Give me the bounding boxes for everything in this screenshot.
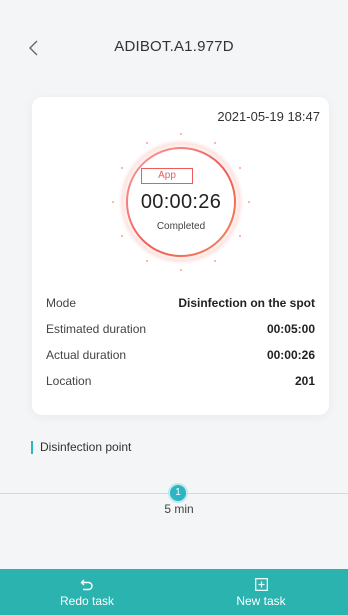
info-value: 201 — [294, 374, 315, 388]
elapsed-time: 00:00:26 — [140, 191, 222, 213]
section-title: Disinfection point — [31, 440, 131, 454]
task-datetime: 2021-05-19 18:47 — [217, 109, 320, 124]
info-key: Mode — [46, 296, 77, 310]
redo-task-button[interactable]: Redo task — [0, 569, 174, 615]
task-status: Completed — [156, 221, 206, 232]
task-source-badge: App — [141, 168, 193, 184]
info-value: Disinfection on the spot — [178, 296, 315, 310]
task-summary-card: 2021-05-19 18:47 App 00:00:26 Completed … — [32, 97, 329, 415]
info-row-mode: Mode Disinfection on the spot — [46, 294, 315, 312]
timeline-point-label: 5 min — [164, 502, 194, 516]
timeline-point[interactable]: 1 — [170, 485, 186, 501]
new-task-label: New task — [236, 594, 286, 608]
new-task-button[interactable]: New task — [174, 569, 348, 615]
redo-task-label: Redo task — [59, 594, 115, 608]
bottom-action-bar: Redo task New task — [0, 569, 348, 615]
info-key: Location — [46, 374, 92, 388]
info-row-actual-duration: Actual duration 00:00:26 — [46, 346, 315, 364]
info-row-location: Location 201 — [46, 372, 315, 390]
info-row-estimated-duration: Estimated duration 00:05:00 — [46, 320, 315, 338]
plus-square-icon — [254, 576, 268, 592]
info-value: 00:00:26 — [266, 348, 315, 362]
page-title: ADIBOT.A1.977D — [114, 38, 234, 55]
info-key: Actual duration — [46, 348, 127, 362]
undo-icon — [80, 576, 94, 592]
info-value: 00:05:00 — [266, 322, 315, 336]
info-key: Estimated duration — [46, 322, 147, 336]
header: ADIBOT.A1.977D — [0, 0, 348, 92]
